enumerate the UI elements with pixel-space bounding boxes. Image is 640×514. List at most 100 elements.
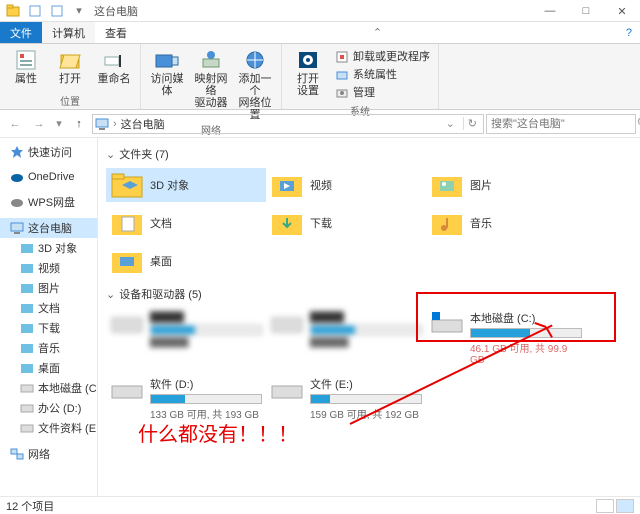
add-netloc-button[interactable]: 添加一个 网络位置 [235, 46, 275, 121]
recent-button[interactable]: ▾ [52, 113, 66, 135]
tree-onedrive[interactable]: OneDrive [0, 168, 97, 186]
folder-icon [110, 170, 144, 200]
up-button[interactable]: ↑ [68, 113, 90, 135]
search-input[interactable] [491, 118, 633, 130]
tree-3d-objects[interactable]: 3D 对象 [0, 238, 97, 258]
folder-downloads[interactable]: 下载 [266, 206, 426, 240]
nav-tree[interactable]: 快速访问 OneDrive WPS网盘 这台电脑 3D 对象 视频 图片 文档 … [0, 138, 98, 496]
tree-music[interactable]: 音乐 [0, 338, 97, 358]
map-drive-label: 映射网络 驱动器 [191, 73, 231, 109]
folder-icon [430, 208, 464, 238]
drive-blurred-2[interactable]: ▇▇▇▇▇▇▇▇▇ [266, 308, 426, 368]
minimize-button[interactable]: — [532, 0, 568, 22]
folder-music[interactable]: 音乐 [426, 206, 586, 240]
tree-wps[interactable]: WPS网盘 [0, 192, 97, 212]
status-bar: 12 个项目 [0, 496, 640, 514]
tree-d-drive[interactable]: 办公 (D:) [0, 398, 97, 418]
chevron-right-icon: › [113, 118, 117, 130]
drive-d[interactable]: 软件 (D:)133 GB 可用, 共 193 GB [106, 374, 266, 423]
group-header-folders[interactable]: ⌄文件夹 (7) [106, 146, 632, 162]
tree-videos[interactable]: 视频 [0, 258, 97, 278]
qat-item[interactable] [26, 2, 44, 20]
ribbon-tabs: 文件 计算机 查看 ⌃ ? [0, 22, 640, 44]
tree-network[interactable]: 网络 [0, 444, 97, 464]
open-settings-button[interactable]: 打开 设置 [288, 46, 328, 102]
back-button[interactable]: ← [4, 113, 26, 135]
drive-c-sub: 46.1 GB 可用, 共 99.9 GB [470, 340, 582, 366]
ribbon: 属性 打开 重命名 位置 访问媒体 映射网络 驱动器 添加一个 网络位置 网络 … [0, 44, 640, 110]
chevron-down-icon: ⌄ [106, 288, 115, 301]
folder-documents[interactable]: 文档 [106, 206, 266, 240]
view-icons-button[interactable] [616, 499, 634, 513]
tree-e-drive[interactable]: 文件资料 (E:) [0, 418, 97, 438]
folder-desktop[interactable]: 桌面 [106, 244, 266, 278]
rename-label: 重命名 [98, 73, 131, 85]
address-bar[interactable]: › 这台电脑 ⌄ ↻ [92, 114, 484, 134]
folder-icon [270, 170, 304, 200]
ribbon-group-network: 访问媒体 映射网络 驱动器 添加一个 网络位置 网络 [141, 44, 282, 109]
drive-icon [270, 376, 304, 406]
properties-button[interactable]: 属性 [6, 46, 46, 92]
tree-desktop[interactable]: 桌面 [0, 358, 97, 378]
chevron-down-icon: ⌄ [106, 148, 115, 161]
folder-3d-objects[interactable]: 3D 对象 [106, 168, 266, 202]
tree-quick-access[interactable]: 快速访问 [0, 142, 97, 162]
map-drive-button[interactable]: 映射网络 驱动器 [191, 46, 231, 121]
open-label: 打开 [59, 73, 81, 85]
help-button[interactable]: ? [618, 22, 640, 43]
titlebar: ▾ 这台电脑 — □ ✕ [0, 0, 640, 22]
tree-downloads[interactable]: 下载 [0, 318, 97, 338]
drive-d-bar [150, 394, 262, 404]
folder-videos[interactable]: 视频 [266, 168, 426, 202]
tree-pictures[interactable]: 图片 [0, 278, 97, 298]
item-count: 12 个项目 [6, 498, 54, 514]
sysprops-button[interactable]: 系统属性 [332, 66, 432, 84]
view-switcher [596, 499, 634, 513]
folder-pictures[interactable]: 图片 [426, 168, 586, 202]
qat-item[interactable] [48, 2, 66, 20]
drive-blurred-1[interactable]: ▇▇▇▇▇▇▇▇▇ [106, 308, 266, 368]
folder-icon [110, 246, 144, 276]
group-label-location: 位置 [60, 92, 80, 109]
ribbon-group-system: 打开 设置 卸载或更改程序 系统属性 管理 系统 [282, 44, 439, 109]
refresh-button[interactable]: ↻ [463, 117, 481, 130]
qat-dropdown[interactable]: ▾ [70, 2, 88, 20]
manage-button[interactable]: 管理 [332, 84, 432, 102]
uninstall-label: 卸载或更改程序 [353, 51, 430, 63]
tab-view[interactable]: 查看 [95, 22, 137, 43]
maximize-button[interactable]: □ [568, 0, 604, 22]
access-media-button[interactable]: 访问媒体 [147, 46, 187, 121]
properties-label: 属性 [15, 73, 37, 85]
window-controls: — □ ✕ [532, 0, 640, 22]
rename-button[interactable]: 重命名 [94, 46, 134, 92]
drive-icon [110, 376, 144, 406]
body: 快速访问 OneDrive WPS网盘 这台电脑 3D 对象 视频 图片 文档 … [0, 138, 640, 496]
annotation-box [416, 292, 616, 342]
close-button[interactable]: ✕ [604, 0, 640, 22]
window-title: 这台电脑 [94, 3, 138, 19]
folders-grid: 3D 对象 视频 图片 文档 下载 音乐 桌面 [106, 168, 632, 282]
tab-file[interactable]: 文件 [0, 22, 42, 43]
tab-computer[interactable]: 计算机 [42, 22, 95, 43]
uninstall-button[interactable]: 卸载或更改程序 [332, 48, 432, 66]
address-dropdown[interactable]: ⌄ [442, 117, 459, 130]
quick-access-toolbar: ▾ [4, 2, 88, 20]
pc-icon [95, 117, 109, 131]
view-details-button[interactable] [596, 499, 614, 513]
manage-label: 管理 [353, 87, 375, 99]
access-media-label: 访问媒体 [147, 73, 187, 97]
tree-documents[interactable]: 文档 [0, 298, 97, 318]
ribbon-collapse-button[interactable]: ⌃ [365, 22, 390, 43]
folder-icon [110, 208, 144, 238]
forward-button[interactable]: → [28, 113, 50, 135]
drive-d-name: 软件 (D:) [150, 376, 262, 392]
tree-this-pc[interactable]: 这台电脑 [0, 218, 97, 238]
drive-e-name: 文件 (E:) [310, 376, 422, 392]
search-box[interactable]: 🔍 [486, 114, 636, 134]
breadcrumb[interactable]: 这台电脑 [121, 116, 165, 132]
drive-e-sub: 159 GB 可用, 共 192 GB [310, 406, 422, 421]
open-button[interactable]: 打开 [50, 46, 90, 92]
sysprops-label: 系统属性 [353, 69, 397, 81]
tree-c-drive[interactable]: 本地磁盘 (C:) [0, 378, 97, 398]
content-pane[interactable]: ⌄文件夹 (7) 3D 对象 视频 图片 文档 下载 音乐 桌面 ⌄设备和驱动器… [98, 138, 640, 496]
